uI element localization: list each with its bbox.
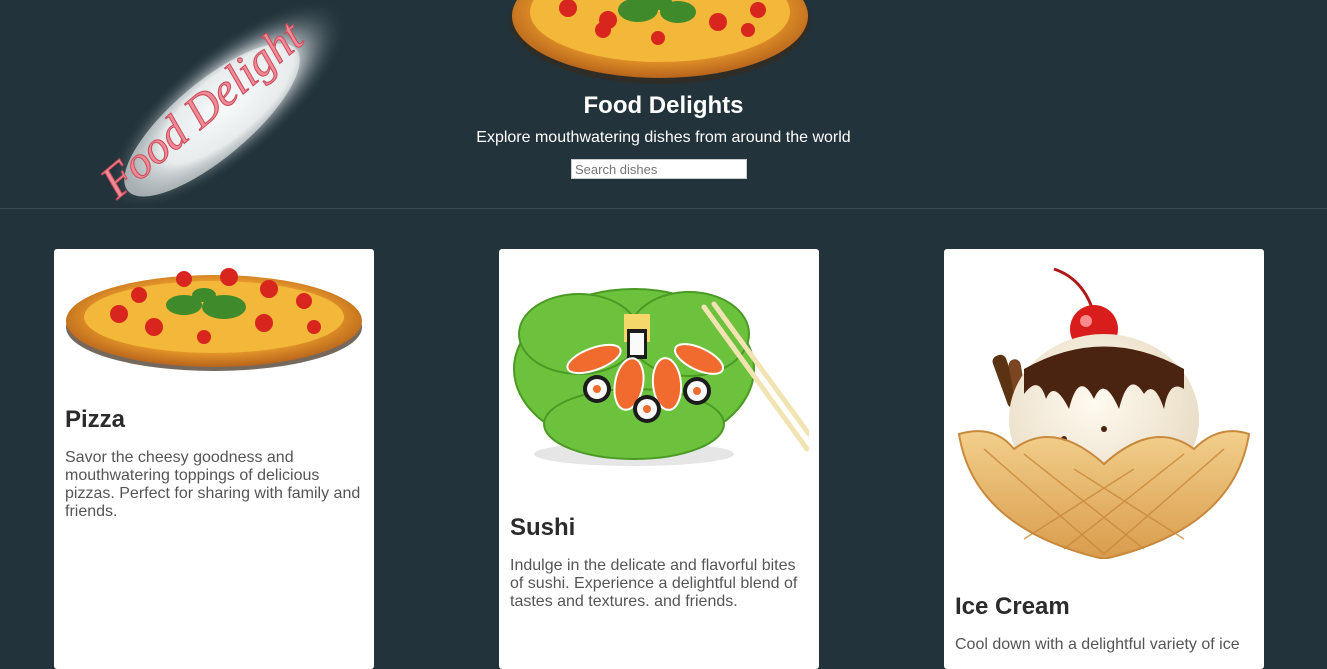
site-title: Food Delights xyxy=(583,92,744,119)
dish-title: Sushi xyxy=(510,514,576,541)
dish-title: Pizza xyxy=(65,406,126,433)
site-header: Food Delight Food Delights Explore mouth… xyxy=(0,0,1327,211)
dish-title: Ice Cream xyxy=(955,593,1070,620)
hero-pizza-image xyxy=(510,0,810,84)
dish-description: Cool down with a delightful variety of i… xyxy=(955,636,1240,653)
site-subtitle: Explore mouthwatering dishes from around… xyxy=(476,129,851,146)
dish-card-ice-cream[interactable]: Ice Cream Cool down with a delightful va… xyxy=(944,249,1264,669)
dish-description: Indulge in the delicate and flavorful bi… xyxy=(510,557,798,610)
sushi-image xyxy=(513,288,809,466)
dish-card-sushi[interactable]: Sushi Indulge in the delicate and flavor… xyxy=(499,249,819,669)
ice-cream-image xyxy=(957,267,1251,559)
search-input[interactable] xyxy=(571,159,747,179)
dish-description: Savor the cheesy goodness and mouthwater… xyxy=(65,449,361,520)
pizza-image xyxy=(66,268,362,371)
dish-card-pizza[interactable]: Pizza Savor the cheesy goodness and mout… xyxy=(54,249,374,669)
